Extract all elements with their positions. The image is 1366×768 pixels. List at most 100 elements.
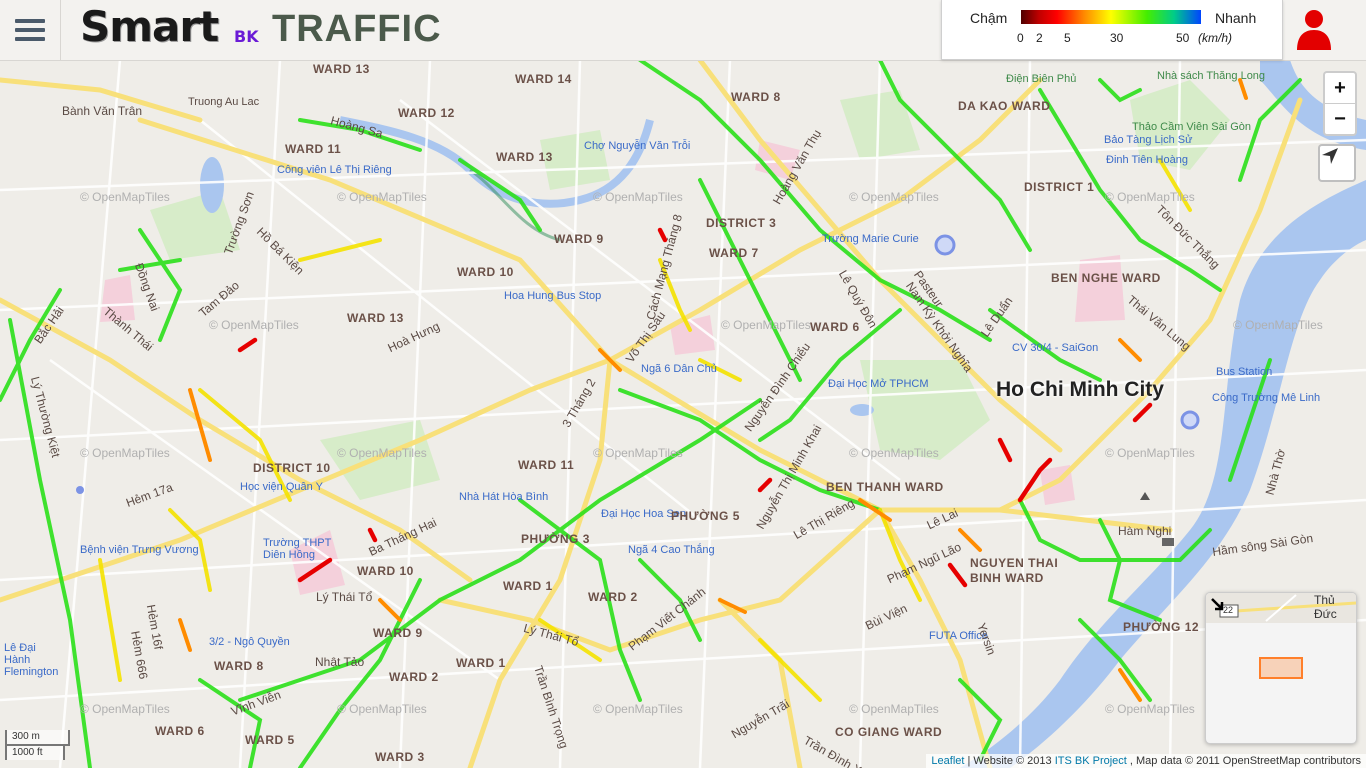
tile-watermark: © OpenMapTiles: [80, 702, 170, 716]
legend-tick: 5: [1064, 31, 1071, 45]
legend-gradient-bar: [1021, 10, 1201, 24]
tile-watermark: © OpenMapTiles: [593, 446, 683, 460]
map-label: WARD 13: [347, 311, 404, 325]
map-label: Trường THPT Diên Hồng: [263, 537, 332, 561]
map-label: PHƯỜNG 3: [521, 532, 590, 546]
legend-slow-label: Chậm: [970, 10, 1008, 26]
map-label: Công Trường Mê Linh: [1212, 392, 1321, 404]
map-label: WARD 11: [285, 142, 342, 156]
map-scale: 300 m 1000 ft: [5, 730, 70, 760]
map-label: WARD 3: [375, 750, 425, 764]
map-label: Trường Marie Curie: [822, 233, 919, 245]
map-label: DISTRICT 1: [1024, 180, 1095, 194]
map-label: WARD 2: [588, 590, 638, 604]
map-label: Bành Văn Trân: [62, 104, 143, 118]
map-label: PHƯỜNG 12: [1123, 620, 1200, 634]
map-label: WARD 1: [456, 656, 506, 670]
map-label: Đinh Tiên Hoàng: [1106, 154, 1188, 166]
speed-legend: Chậm Nhanh 0 2 5 30 50 (km/h): [941, 0, 1283, 60]
map-label: Học viện Quân Y: [240, 481, 323, 493]
locate-arrow-icon: [1322, 148, 1338, 164]
locate-button[interactable]: [1318, 144, 1356, 182]
logo-bk-text: BK: [234, 27, 259, 46]
minimap-toggle-button[interactable]: [1208, 595, 1228, 615]
traffic-map[interactable]: WARD 13 WARD 14 WARD 12 WARD 11 WARD 13 …: [0, 60, 1366, 768]
map-label: Nhà Hát Hòa Bình: [459, 491, 549, 503]
tile-watermark: © OpenMapTiles: [80, 190, 170, 204]
map-canvas[interactable]: [0, 60, 1366, 768]
map-attribution: Leaflet | Website © 2013 ITS BK Project …: [926, 754, 1366, 768]
map-label: WARD 10: [457, 265, 514, 279]
logo-smart-text: Smart: [80, 2, 219, 51]
map-label: WARD 1: [503, 579, 553, 593]
attribution-osm: , Map data © 2011 OpenStreetMap contribu…: [1129, 755, 1361, 767]
tile-watermark: © OpenMapTiles: [593, 190, 683, 204]
map-label: WARD 7: [709, 246, 759, 260]
legend-tick: 0: [1017, 31, 1024, 45]
map-label: Hoa Hung Bus Stop: [504, 290, 602, 302]
map-label-city: Ho Chi Minh City: [996, 378, 1164, 401]
tile-watermark: © OpenMapTiles: [1105, 702, 1195, 716]
map-label: Bảo Tàng Lịch Sử: [1104, 134, 1193, 146]
map-label: Ngã 4 Cao Thắng: [628, 544, 715, 556]
legend-fast-label: Nhanh: [1215, 10, 1257, 26]
zoom-control: + −: [1323, 71, 1357, 136]
map-label: WARD 14: [515, 72, 572, 86]
minimap-viewport-rect[interactable]: [1259, 657, 1303, 679]
map-label: Nhật Tảo: [315, 655, 365, 669]
map-label: Lý Thái Tổ: [316, 590, 373, 604]
leaflet-link[interactable]: Leaflet: [931, 755, 964, 767]
legend-tick: 50: [1176, 31, 1190, 45]
zoom-in-button[interactable]: +: [1325, 73, 1355, 103]
tile-watermark: © OpenMapTiles: [593, 702, 683, 716]
map-label: Điện Biên Phủ: [1006, 73, 1077, 85]
collapse-arrow-icon: [1211, 598, 1224, 611]
map-label: 3/2 - Ngô Quyền: [209, 636, 290, 648]
map-label: WARD 12: [398, 106, 455, 120]
map-label: PHƯỜNG 5: [671, 509, 740, 523]
user-button[interactable]: [1294, 8, 1334, 50]
map-label: Ngã 6 Dân Chủ: [641, 363, 717, 375]
minimap[interactable]: Thủ Đức 22: [1205, 592, 1357, 744]
map-label: DA KAO WARD: [958, 99, 1051, 113]
map-label: Nhà sách Thăng Long: [1157, 70, 1266, 82]
map-label: Bệnh viện Trưng Vương: [80, 544, 199, 556]
hamburger-icon: [15, 19, 45, 41]
map-label: WARD 10: [357, 564, 414, 578]
map-label: CV 30/4 - SaiGon: [1012, 342, 1099, 354]
map-label: WARD 13: [496, 150, 553, 164]
minimap-label: Thủ Đức: [1314, 593, 1337, 621]
map-label: WARD 6: [155, 724, 205, 738]
map-label: Công viên Lê Thị Riêng: [277, 164, 392, 176]
tile-watermark: © OpenMapTiles: [337, 446, 427, 460]
menu-button[interactable]: [0, 0, 61, 60]
map-label: WARD 5: [245, 733, 295, 747]
tile-watermark: © OpenMapTiles: [80, 446, 170, 460]
legend-tick: 2: [1036, 31, 1043, 45]
zoom-out-button[interactable]: −: [1325, 103, 1355, 134]
map-label: CO GIANG WARD: [835, 725, 943, 739]
map-label: DISTRICT 10: [253, 461, 331, 475]
map-label: BEN THANH WARD: [826, 480, 944, 494]
map-label: DISTRICT 3: [706, 216, 777, 230]
map-label: WARD 9: [554, 232, 604, 246]
tile-watermark: © OpenMapTiles: [1105, 190, 1195, 204]
tile-watermark: © OpenMapTiles: [337, 702, 427, 716]
tile-watermark: © OpenMapTiles: [209, 318, 299, 332]
logo-traffic-text: TRAFFIC: [272, 8, 442, 50]
map-label: Lê Đại Hành Flemington: [4, 642, 59, 678]
map-label: Thảo Cầm Viên Sài Gòn: [1132, 121, 1252, 133]
map-label: WARD 9: [373, 626, 423, 640]
map-label: WARD 8: [214, 659, 264, 673]
legend-unit: (km/h): [1198, 31, 1232, 45]
its-bk-project-link[interactable]: ITS BK Project: [1055, 755, 1127, 767]
map-label: Bus Station: [1216, 366, 1273, 378]
tile-watermark: © OpenMapTiles: [849, 446, 939, 460]
map-label: Truong Au Lac: [188, 96, 260, 108]
legend-tick: 30: [1110, 31, 1124, 45]
map-label: BEN NGHE WARD: [1051, 271, 1161, 285]
map-label: WARD 8: [731, 90, 781, 104]
map-label: NGUYEN THAI BINH WARD: [970, 556, 1059, 585]
tile-watermark: © OpenMapTiles: [337, 190, 427, 204]
map-label: WARD 13: [313, 62, 370, 76]
